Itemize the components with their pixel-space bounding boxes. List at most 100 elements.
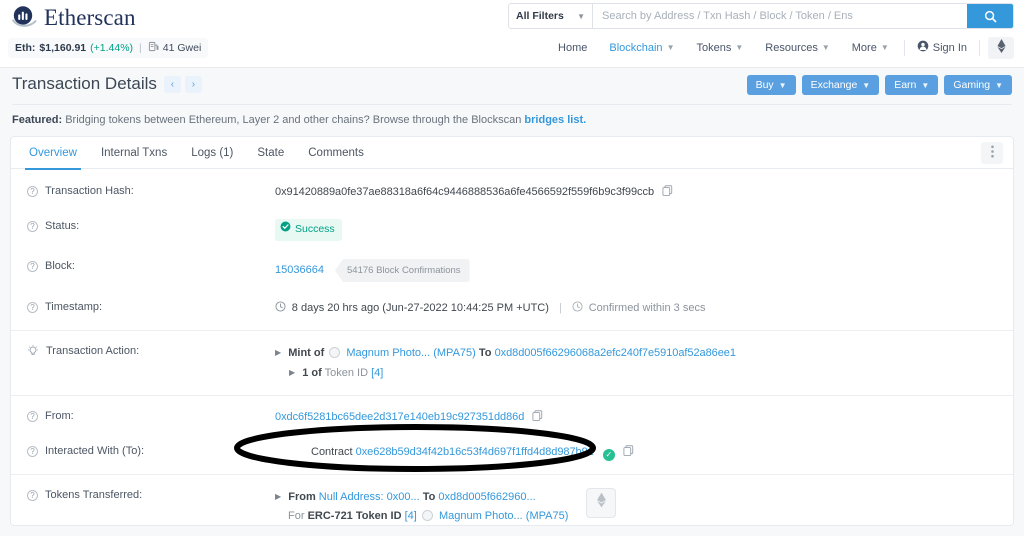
nav-label-blockchain: Blockchain <box>609 41 663 54</box>
buy-button-label: Buy <box>755 79 774 91</box>
mint-quantity-label: 1 of <box>302 367 322 379</box>
ethereum-icon <box>596 492 607 514</box>
from-label-group: ? From: <box>27 409 275 422</box>
transaction-hash-value: 0x91420889a0fe37ae88318a6f64c9446888536a… <box>275 186 655 198</box>
bridges-list-link[interactable]: bridges list. <box>524 114 586 126</box>
timestamp-label: Timestamp: <box>45 301 103 313</box>
copy-icon[interactable] <box>532 410 543 421</box>
transfer-token-name-link[interactable]: Magnum Photo... <box>439 510 523 522</box>
page-title-row: Transaction Details ‹ › Buy ▼ Exchange ▼… <box>0 68 1024 104</box>
tab-logs[interactable]: Logs (1) <box>179 137 245 169</box>
contract-address-link[interactable]: 0xe628b59d34f42b16c53f4d697f1ffd4d8d987b… <box>356 446 594 458</box>
tokens-transferred-line-1: ▶ From Null Address: 0x00... To 0xd8d005… <box>275 488 568 506</box>
transaction-card: Overview Internal Txns Logs (1) State Co… <box>10 136 1014 526</box>
mint-to-address-link[interactable]: 0xd8d005f66296068a2efc240f7e5910af52a86e… <box>495 347 736 359</box>
search-button[interactable] <box>967 4 1013 28</box>
nav-item-home[interactable]: Home <box>547 38 598 58</box>
copy-icon[interactable] <box>623 445 634 456</box>
network-switch-button[interactable] <box>988 36 1014 59</box>
transfer-for-label: For <box>288 510 305 522</box>
eth-price-bar[interactable]: Eth: $1,160.91 (+1.44%) | 41 Gwei <box>8 38 209 58</box>
row-timestamp: ? Timestamp: 8 days 20 hrs ago (Jun-27-2… <box>11 291 1013 326</box>
earn-button-label: Earn <box>894 79 917 91</box>
tokens-transferred-label: Tokens Transferred: <box>45 489 143 501</box>
row-transaction-action: Transaction Action: ▶ Mint of Magnum Pho… <box>11 330 1013 391</box>
more-options-button[interactable] <box>981 142 1003 164</box>
row-status: ? Status: Success <box>11 210 1013 250</box>
etherscan-transaction-page: Etherscan Eth: $1,160.91 (+1.44%) | 41 G… <box>0 0 1024 536</box>
detail-rows: ? Transaction Hash: 0x91420889a0fe37ae88… <box>11 169 1013 525</box>
search-filter-dropdown[interactable]: All Filters ▼ <box>509 4 593 28</box>
interacted-with-label-group: ? Interacted With (To): <box>27 444 275 457</box>
exchange-button[interactable]: Exchange ▼ <box>801 75 880 95</box>
help-icon[interactable]: ? <box>27 411 38 422</box>
featured-prefix: Featured: <box>12 114 63 126</box>
contract-prefix-label: Contract <box>311 446 353 458</box>
tab-overview[interactable]: Overview <box>17 137 89 170</box>
page-title: Transaction Details ‹ › <box>12 74 202 94</box>
help-icon[interactable]: ? <box>27 186 38 197</box>
copy-icon[interactable] <box>662 185 673 196</box>
sign-in-label: Sign In <box>932 41 967 54</box>
token-standard-label: ERC-721 <box>307 510 353 522</box>
block-confirmations-badge: 54176 Block Confirmations <box>335 259 470 282</box>
sign-in-button[interactable]: Sign In <box>909 36 975 59</box>
transaction-action-line-2: ▶ 1 of Token ID [4] <box>275 364 997 382</box>
mint-token-link[interactable]: Magnum Photo... <box>346 347 430 359</box>
main-navigation: Home Blockchain ▼ Tokens ▼ Resources ▼ M… <box>547 36 1014 59</box>
previous-transaction-button[interactable]: ‹ <box>163 75 181 93</box>
nav-item-resources[interactable]: Resources ▼ <box>754 38 841 58</box>
top-header: Etherscan Eth: $1,160.91 (+1.44%) | 41 G… <box>0 0 1024 68</box>
help-icon[interactable]: ? <box>27 302 38 313</box>
nav-label-more: More <box>851 41 877 54</box>
ethereum-icon <box>996 39 1006 56</box>
help-icon[interactable]: ? <box>27 221 38 232</box>
transfer-token-id-link[interactable]: [4] <box>405 510 417 522</box>
transaction-hash-value-group: 0x91420889a0fe37ae88318a6f64c9446888536a… <box>275 184 997 201</box>
nav-item-tokens[interactable]: Tokens ▼ <box>685 38 754 58</box>
brand-name: Etherscan <box>44 5 136 30</box>
next-transaction-button[interactable]: › <box>184 75 202 93</box>
transfer-to-link[interactable]: 0xd8d005f662960... <box>438 491 535 503</box>
nav-item-more[interactable]: More ▼ <box>841 38 900 58</box>
status-label: Status: <box>45 220 80 232</box>
token-id-link[interactable]: [4] <box>371 367 383 379</box>
nav-item-blockchain[interactable]: Blockchain ▼ <box>598 38 685 58</box>
transaction-hash-label-group: ? Transaction Hash: <box>27 184 275 197</box>
gas-price-value: 41 Gwei <box>162 42 202 54</box>
tab-state[interactable]: State <box>245 137 296 169</box>
transfer-from-link[interactable]: Null Address: 0x00... <box>319 491 420 503</box>
user-icon <box>917 40 929 55</box>
tab-internal-txns[interactable]: Internal Txns <box>89 137 179 169</box>
help-icon[interactable]: ? <box>27 261 38 272</box>
from-address-link[interactable]: 0xdc6f5281bc65dee2d317e140eb19c927351dd8… <box>275 411 524 423</box>
tokens-transferred-line-2: For ERC-721 Token ID [4] Magnum Photo...… <box>275 508 568 525</box>
transaction-hash-label: Transaction Hash: <box>45 185 134 197</box>
from-value-group: 0xdc6f5281bc65dee2d317e140eb19c927351dd8… <box>275 409 997 426</box>
brand-logo[interactable]: Etherscan <box>10 4 136 32</box>
help-icon[interactable]: ? <box>27 446 38 457</box>
eth-price-label: Eth: <box>15 42 36 54</box>
search-input[interactable] <box>593 4 967 28</box>
price-bar-separator: | <box>139 42 142 54</box>
earn-button[interactable]: Earn ▼ <box>885 75 939 95</box>
timestamp-value-group: 8 days 20 hrs ago (Jun-27-2022 10:44:25 … <box>275 300 997 317</box>
eth-price-change: (+1.44%) <box>90 42 134 54</box>
lightbulb-icon <box>27 345 39 360</box>
mint-token-symbol[interactable]: (MPA75) <box>433 347 476 359</box>
transfer-token-id-label: Token ID <box>355 510 402 522</box>
chevron-down-icon: ▼ <box>995 80 1003 90</box>
help-icon[interactable]: ? <box>27 490 38 501</box>
nft-thumbnail[interactable] <box>586 488 617 518</box>
transfer-token-symbol-link[interactable]: (MPA75) <box>526 510 569 522</box>
clock-icon <box>275 301 289 314</box>
timestamp-label-group: ? Timestamp: <box>27 300 275 313</box>
buy-button[interactable]: Buy ▼ <box>746 75 796 95</box>
token-avatar-icon <box>329 347 341 358</box>
tab-comments[interactable]: Comments <box>296 137 376 169</box>
interacted-with-value-group: Contract 0xe628b59d34f42b16c53f4d697f1ff… <box>275 444 997 461</box>
gaming-button[interactable]: Gaming ▼ <box>944 75 1012 95</box>
block-number-link[interactable]: 15036664 <box>275 264 324 276</box>
search-bar: All Filters ▼ <box>508 3 1014 29</box>
nav-divider <box>979 39 980 56</box>
